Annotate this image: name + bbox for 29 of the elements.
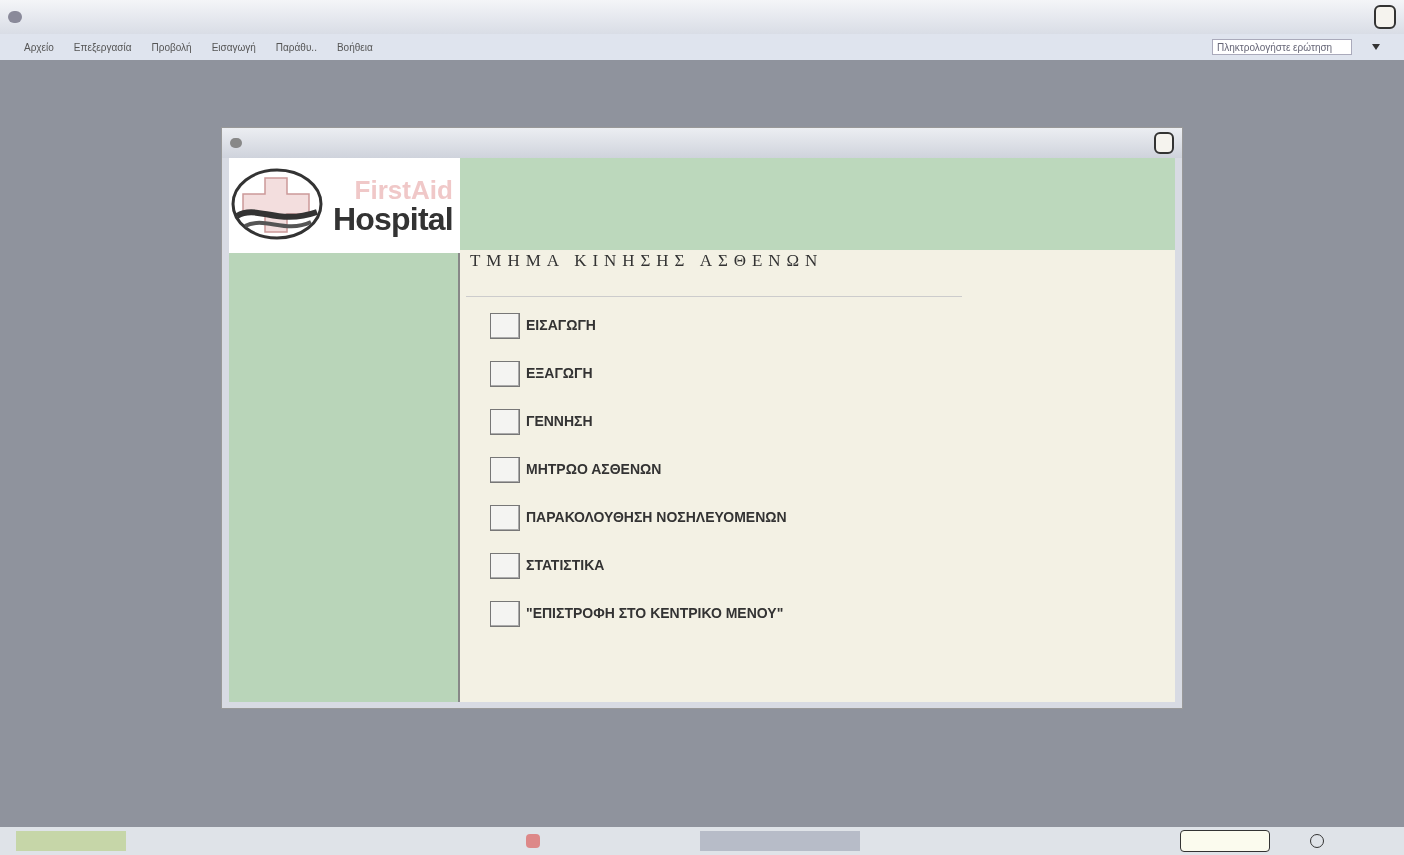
form-icon (230, 138, 242, 148)
menu-option-button[interactable] (490, 312, 520, 339)
option-label: ΣΤΑΤΙΣΤΙΚΑ (526, 556, 605, 575)
dropdown-arrow-icon[interactable] (1372, 44, 1380, 50)
menu-item[interactable]: Βοήθεια (336, 39, 373, 55)
menu-option-button[interactable] (490, 504, 520, 531)
option-label: ΕΞΑΓΩΓΗ (526, 364, 593, 383)
menu-option-button[interactable] (490, 360, 520, 387)
menu-option-button[interactable] (490, 600, 520, 627)
option-label: ΠΑΡΑΚΟΛΟΥΘΗΣΗ ΝΟΣΗΛΕΥΟΜΕΝΩΝ (526, 508, 787, 527)
close-button[interactable] (1374, 5, 1396, 29)
option-label: ΕΙΣΑΓΩΓΗ (526, 316, 596, 335)
menu-item[interactable]: Προβολή (151, 39, 192, 55)
option-label: ΜΗΤΡΩΟ ΑΣΘΕΝΩΝ (526, 460, 662, 479)
option-label: "ΕΠΙΣΤΡΟΦΗ ΣΤΟ ΚΕΝΤΡΙΚΟ ΜΕΝΟΥ" (526, 604, 784, 623)
menu-item[interactable]: Παράθυ.. (275, 39, 317, 55)
menu-item[interactable]: Εισαγωγή (211, 39, 256, 55)
app-icon (8, 11, 22, 23)
form-close-button[interactable] (1154, 132, 1174, 154)
page-heading: ΤΜΗΜΑ ΚΙΝΗΣΗΣ ΑΣΘΕΝΩΝ (470, 250, 825, 272)
logo-text: Hospital (333, 202, 453, 235)
help-search-field[interactable]: Πληκτρολογήστε ερώτηση (1212, 39, 1352, 55)
menu-option-button[interactable] (490, 456, 520, 483)
menu-option-button[interactable] (490, 408, 520, 435)
taskbar-input-field[interactable] (1180, 830, 1270, 852)
option-label: ΓΕΝΝΗΣΗ (526, 412, 593, 431)
menu-item[interactable]: Επεξεργασία (73, 39, 132, 55)
menu-item[interactable]: Αρχείο (24, 39, 54, 55)
menu-option-button[interactable] (490, 552, 520, 579)
